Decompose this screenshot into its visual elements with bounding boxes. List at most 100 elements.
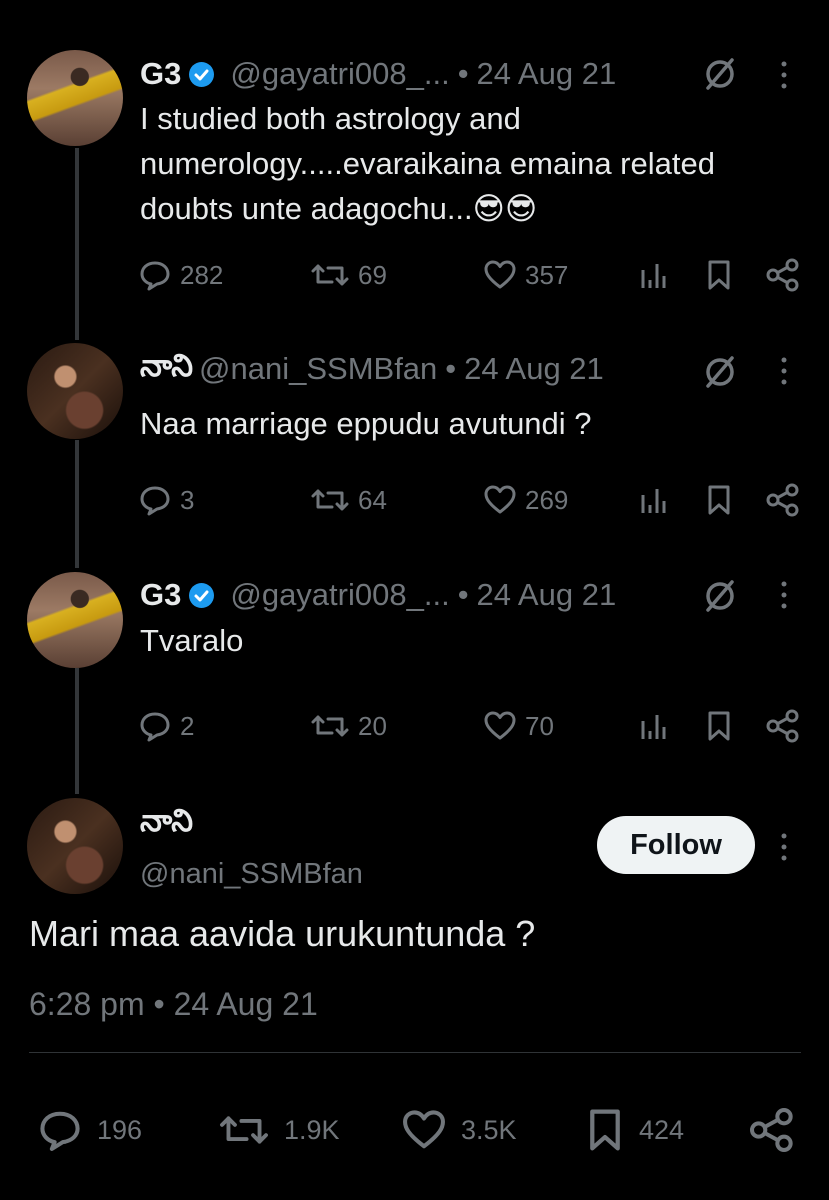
reply-icon xyxy=(140,712,170,742)
tweet-header: G3 @gayatri008_... • 24 Aug 21 xyxy=(140,54,616,94)
more-icon[interactable] xyxy=(779,580,789,610)
main-author-name[interactable]: నాని xyxy=(140,803,193,846)
tweet-text-line: Tvaralo xyxy=(140,623,244,658)
avatar[interactable] xyxy=(27,343,123,439)
like-button[interactable]: 357 xyxy=(483,255,568,295)
verified-badge-icon xyxy=(189,582,215,608)
reply-icon xyxy=(140,486,170,516)
repost-button[interactable]: 69 xyxy=(310,255,387,295)
share-icon xyxy=(766,258,799,292)
repost-count: 69 xyxy=(358,259,387,290)
repost-icon xyxy=(220,1116,268,1144)
main-reply-button[interactable]: 196 xyxy=(37,1100,142,1160)
reply-icon xyxy=(40,1111,80,1151)
views-icon xyxy=(641,264,666,288)
views-button[interactable] xyxy=(638,255,676,295)
repost-icon xyxy=(311,264,349,286)
author-handle[interactable]: @nani_SSMBfan xyxy=(199,351,437,387)
views-button[interactable] xyxy=(638,480,676,520)
bookmark-button[interactable] xyxy=(705,706,741,746)
main-like-button[interactable]: 3.5K xyxy=(401,1100,517,1160)
bookmark-button[interactable] xyxy=(705,480,741,520)
reply-button[interactable]: 2 xyxy=(138,706,194,746)
share-button[interactable] xyxy=(765,480,809,520)
reply-button[interactable]: 282 xyxy=(138,255,223,295)
main-author-handle[interactable]: @nani_SSMBfan xyxy=(140,858,363,891)
author-handle[interactable]: @gayatri008_... xyxy=(230,56,449,92)
tweet-text-line: numerology.....evaraikaina emaina relate… xyxy=(140,146,715,181)
tweet-date[interactable]: 24 Aug 21 xyxy=(477,577,617,613)
share-icon xyxy=(766,483,799,517)
tweet-actions: 2 20 70 xyxy=(138,706,808,746)
avatar[interactable] xyxy=(27,572,123,668)
follow-button[interactable]: Follow xyxy=(597,816,755,874)
more-icon[interactable] xyxy=(779,60,789,90)
main-repost-count: 1.9K xyxy=(284,1114,340,1145)
avatar[interactable] xyxy=(27,50,123,146)
repost-count: 20 xyxy=(358,710,387,741)
reply-count: 2 xyxy=(180,710,195,741)
views-button[interactable] xyxy=(638,706,676,746)
like-icon xyxy=(403,1110,445,1149)
tweet-actions: 282 69 357 xyxy=(138,255,808,295)
bookmark-icon xyxy=(708,260,730,290)
like-count: 357 xyxy=(525,259,569,290)
tweet-text: Tvaralo xyxy=(140,618,800,663)
like-icon xyxy=(484,260,516,289)
reply-icon xyxy=(140,261,170,291)
main-avatar[interactable] xyxy=(27,798,123,894)
main-bookmark-count: 424 xyxy=(639,1114,685,1145)
repost-button[interactable]: 20 xyxy=(310,706,387,746)
tweet-text-line: Naa marriage eppudu avutundi ? xyxy=(140,406,592,441)
main-like-count: 3.5K xyxy=(461,1114,517,1145)
like-button[interactable]: 269 xyxy=(483,480,568,520)
like-count: 70 xyxy=(525,710,554,741)
share-button[interactable] xyxy=(765,706,809,746)
grok-icon[interactable] xyxy=(700,352,740,392)
main-share-button[interactable] xyxy=(748,1100,810,1160)
share-button[interactable] xyxy=(765,255,809,295)
more-icon[interactable] xyxy=(779,832,789,862)
author-handle[interactable]: @gayatri008_... xyxy=(230,577,449,613)
bookmark-icon xyxy=(708,711,730,741)
main-repost-button[interactable]: 1.9K xyxy=(218,1100,340,1160)
divider xyxy=(29,1052,801,1053)
views-icon xyxy=(641,489,666,513)
like-icon xyxy=(484,711,516,740)
author-name[interactable]: G3 xyxy=(140,56,181,92)
tweet-date[interactable]: 24 Aug 21 xyxy=(464,351,604,387)
reply-button[interactable]: 3 xyxy=(138,480,194,520)
tweet-actions: 3 64 269 xyxy=(138,480,808,520)
like-count: 269 xyxy=(525,484,569,515)
like-icon xyxy=(484,485,516,514)
main-tweet-text: Mari maa aavida urukuntunda ? xyxy=(29,913,536,954)
repost-button[interactable]: 64 xyxy=(310,480,387,520)
reply-count: 3 xyxy=(180,484,195,515)
tweet-1[interactable]: G3 @gayatri008_... • 24 Aug 21 I studied… xyxy=(0,0,829,330)
main-bookmark-button[interactable]: 424 xyxy=(585,1100,684,1160)
grok-icon[interactable] xyxy=(700,54,740,94)
tweet-text: Naa marriage eppudu avutundi ? xyxy=(140,401,800,446)
main-tweet-timestamp[interactable]: 6:28 pm • 24 Aug 21 xyxy=(29,986,318,1023)
tweet-date[interactable]: 24 Aug 21 xyxy=(477,56,617,92)
bookmark-button[interactable] xyxy=(705,255,741,295)
author-name[interactable]: నాని xyxy=(140,348,193,391)
bookmark-icon xyxy=(590,1109,620,1151)
tweet-header: G3 @gayatri008_... • 24 Aug 21 xyxy=(140,575,616,615)
thread-line xyxy=(75,440,79,568)
tweet-header: నాని @nani_SSMBfan • 24 Aug 21 xyxy=(140,348,604,391)
separator: • xyxy=(457,577,469,612)
author-name[interactable]: G3 xyxy=(140,577,181,613)
views-icon xyxy=(641,715,666,739)
like-button[interactable]: 70 xyxy=(483,706,554,746)
more-icon[interactable] xyxy=(779,356,789,386)
tweet-text-line: doubts unte adagochu...😎😎 xyxy=(140,191,538,226)
bookmark-icon xyxy=(708,485,730,515)
grok-icon[interactable] xyxy=(700,576,740,616)
share-icon xyxy=(750,1107,793,1152)
repost-count: 64 xyxy=(358,484,387,515)
verified-badge-icon xyxy=(189,61,215,87)
reply-count: 282 xyxy=(180,259,224,290)
thread-line xyxy=(75,668,79,794)
separator: • xyxy=(457,56,469,91)
